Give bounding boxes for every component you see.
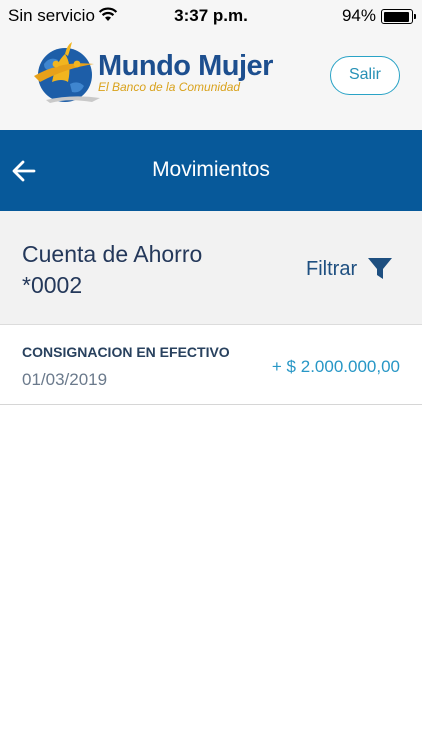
status-bar: Sin servicio 3:37 p.m. 94% <box>0 0 422 32</box>
nav-bar: Movimientos <box>0 130 422 211</box>
filter-label: Filtrar <box>306 257 358 280</box>
brand-name: Mundo Mujer <box>98 50 273 82</box>
account-title: Cuenta de Ahorro *0002 <box>22 239 202 301</box>
logout-button[interactable]: Salir <box>330 56 400 95</box>
transaction-date: 01/03/2019 <box>22 370 108 389</box>
battery-fill <box>383 11 409 22</box>
app-header: Mundo Mujer El Banco de la Comunidad Sal… <box>0 32 422 130</box>
page-title: Movimientos <box>152 158 270 181</box>
account-type: Cuenta de Ahorro <box>22 241 203 267</box>
account-header: Cuenta de Ahorro *0002 Filtrar <box>0 211 422 325</box>
funnel-icon <box>368 258 393 279</box>
list-item[interactable]: CONSIGNACION EN EFECTIVO 01/03/2019 + $ … <box>0 326 422 405</box>
transaction-description: CONSIGNACION EN EFECTIVO <box>22 344 230 360</box>
battery-icon <box>381 9 416 24</box>
globe-logo-icon <box>34 42 100 103</box>
transaction-amount: + $ 2.000.000,00 <box>271 357 400 376</box>
battery-percent: 94% <box>341 6 376 25</box>
account-number: *0002 <box>22 272 83 298</box>
brand-logo: Mundo Mujer El Banco de la Comunidad <box>32 32 273 104</box>
brand-tagline: El Banco de la Comunidad <box>98 80 241 94</box>
filter-button[interactable]: Filtrar <box>306 254 393 284</box>
